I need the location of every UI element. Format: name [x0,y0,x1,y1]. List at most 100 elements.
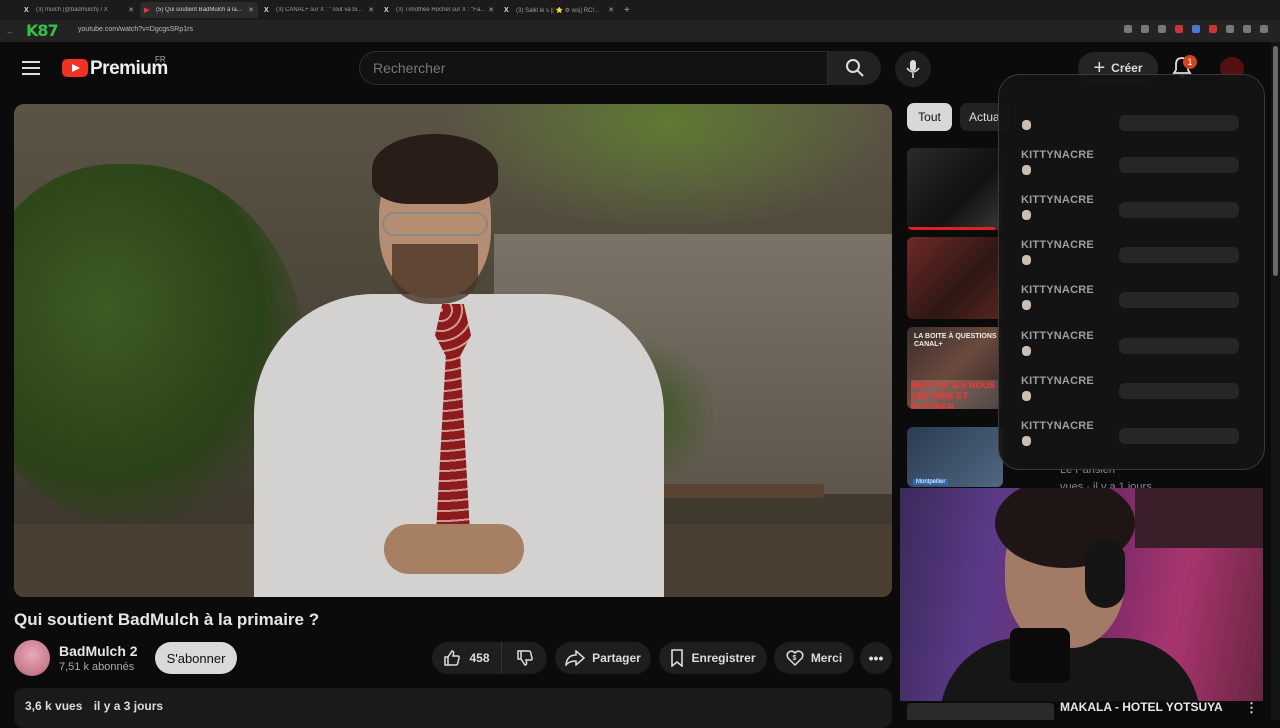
tab-title: (3) mulch (@badmulch) / X [36,7,108,13]
cat-emote-icon [1022,165,1031,175]
dropdown-item-name[interactable]: KITTYNACRE [1021,420,1094,432]
dropdown-item-name[interactable]: KITTYNACRE [1021,149,1094,161]
x-logo-icon: X [24,6,29,14]
extension-icons [1124,25,1268,33]
cat-emote-icon [1022,120,1031,130]
tab-title: (3) Salkl le s || ⭐ ⚙ ws|| RC!... [516,7,600,14]
recommended-video-thumbnail[interactable]: Montpellier [907,427,1003,487]
search-input[interactable]: Rechercher [359,51,828,85]
cat-emote-icon [1022,210,1031,220]
x-logo-icon: X [264,6,269,14]
channel-name[interactable]: BadMulch 2 [59,643,138,659]
dropdown-item-name[interactable]: KITTYNACRE [1021,330,1094,342]
recommended-video-thumbnail[interactable] [907,148,1003,230]
search-button[interactable] [828,51,881,85]
description-box[interactable]: 3,6 k vues il y a 3 jours [14,688,892,728]
chip-all[interactable]: Tout [907,103,952,131]
dislike-button[interactable] [502,649,547,667]
cat-emote-icon [1022,300,1031,310]
search-icon [845,59,864,77]
back-arrow-icon[interactable]: ← [0,26,20,36]
video-player[interactable] [14,104,892,597]
extension-icon[interactable] [1175,25,1183,33]
channel-avatar[interactable] [14,640,50,676]
stream-overlay-logo: K87 [26,21,59,40]
microphone-icon [906,60,920,78]
menu-icon[interactable] [1260,25,1268,33]
subscriber-count: 7,51 k abonnés [59,661,135,673]
zoom-icon[interactable] [1124,25,1132,33]
close-icon[interactable]: ✕ [608,6,614,14]
thumbs-up-icon [444,650,461,666]
like-dislike-group: 458 [432,642,547,674]
url-field[interactable]: youtube.com/watch?v=DgcgsSRp1rs [78,26,193,33]
new-tab-icon[interactable]: + [624,5,630,16]
extension-icon[interactable] [1226,25,1234,33]
save-label: Enregistrer [691,651,756,665]
extension-icon[interactable] [1192,25,1200,33]
close-icon[interactable]: ✕ [128,6,134,14]
browser-tab[interactable]: X (3) Timothée Hochet sur X : "Fa... ✕ [380,2,498,18]
hamburger-menu-icon[interactable] [22,61,40,75]
scrollbar-thumb[interactable] [1273,46,1278,276]
dropdown-item-name[interactable]: KITTYNACRE [1021,284,1094,296]
recommended-video-thumbnail[interactable] [907,237,1003,319]
browser-tab[interactable]: X (3) mulch (@badmulch) / X ✕ [20,2,138,18]
voice-search-button[interactable] [895,51,931,87]
notification-dropdown: KITTYNACRE KITTYNACRE KITTYNACRE KITTYNA… [998,74,1265,470]
cast-icon[interactable] [1141,25,1149,33]
thanks-label: Merci [810,651,843,665]
x-logo-icon: X [384,6,389,14]
cat-emote-icon [1022,436,1031,446]
close-icon[interactable]: ✕ [488,6,494,14]
share-label: Partager [592,651,641,665]
svg-text:$: $ [792,655,796,662]
cat-emote-icon [1022,255,1031,265]
recommended-video-thumbnail[interactable]: LA BOITE À QUESTIONS CANAL+ BEST-OF ILS … [907,327,1003,409]
thumbnail-text: LA BOITE À QUESTIONS CANAL+ [914,333,997,348]
more-actions-icon[interactable]: ••• [860,642,892,674]
share-button[interactable]: Partager [555,642,651,674]
puzzle-icon[interactable] [1243,25,1251,33]
tab-title: (3) CANAL+ sur X : "Tout va bi... [276,7,362,13]
browser-tab[interactable]: X (3) Salkl le s || ⭐ ⚙ ws|| RC!... ✕ [500,2,618,18]
view-count: 3,6 k vues [25,699,83,713]
close-icon[interactable]: ✕ [368,6,374,14]
like-count: 458 [469,651,490,665]
youtube-icon: ▶ [144,7,150,14]
notification-badge: 1 [1183,55,1197,69]
up-next-title[interactable]: MAKALA - HOTEL YOTSUYA [1060,700,1223,714]
region-code: FR [155,55,166,64]
star-icon[interactable] [1158,25,1166,33]
thumbnail-tag: Montpellier [913,479,949,485]
share-icon [565,650,586,666]
webcam-overlay [900,488,1263,701]
bookmark-icon [671,649,684,667]
tab-title: (3) Timothée Hochet sur X : "Fa... [396,7,486,13]
super-thanks-icon: $ [786,650,804,667]
more-vertical-icon[interactable]: ⋮ [1245,700,1258,716]
like-button[interactable]: 458 [432,642,502,674]
dropdown-item-name[interactable]: KITTYNACRE [1021,194,1094,206]
cat-emote-icon [1022,391,1031,401]
upload-age: il y a 3 jours [93,699,164,713]
browser-tab-active[interactable]: ▶ (5) Qui soutient BadMulch à la... ✕ [140,2,258,18]
watch-progress [907,227,996,230]
dropdown-item-name[interactable]: KITTYNACRE [1021,375,1094,387]
cat-emote-icon [1022,346,1031,356]
browser-tab[interactable]: X (3) CANAL+ sur X : "Tout va bi... ✕ [260,2,378,18]
browser-tab-bar: X (3) mulch (@badmulch) / X ✕ ▶ (5) Qui … [0,0,1280,20]
thanks-button[interactable]: $ Merci [774,642,854,674]
dropdown-item-name[interactable]: KITTYNACRE [1021,239,1094,251]
thumbnail-text: BEST-OF ILS NOUS ONT RIRE ET PLEURER [911,380,1003,409]
create-label: Créer [1111,61,1143,75]
close-icon[interactable]: ✕ [248,6,254,14]
extension-icon[interactable] [1209,25,1217,33]
up-next-thumbnail[interactable] [907,703,1054,720]
save-button[interactable]: Enregistrer [659,642,767,674]
youtube-logo-icon[interactable] [62,59,88,77]
video-title: Qui soutient BadMulch à la primaire ? [14,610,320,629]
tab-title: (5) Qui soutient BadMulch à la... [156,7,242,13]
x-logo-icon: X [504,6,509,14]
subscribe-button[interactable]: S'abonner [155,642,237,674]
